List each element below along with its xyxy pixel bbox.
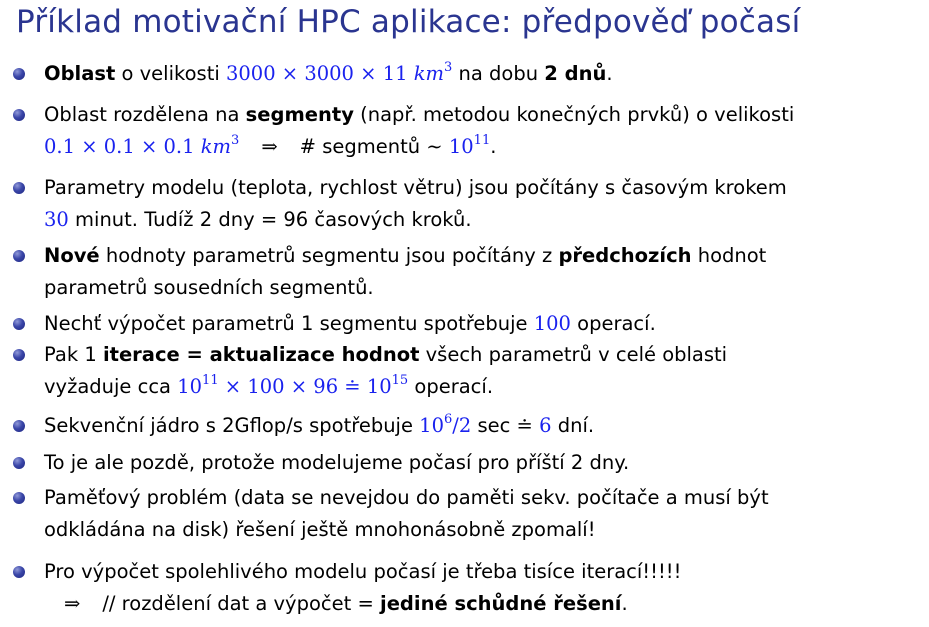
hash-symbol: #	[299, 135, 316, 158]
bullet-icon	[13, 318, 25, 330]
item-text: hodnoty parametrů segmentu jsou počítány…	[99, 244, 559, 267]
list-item: Nové hodnoty parametrů segmentu jsou poč…	[13, 240, 916, 304]
bullet-icon	[13, 182, 25, 194]
item-text: To je ale pozdě, protože modelujeme poča…	[44, 451, 630, 474]
implies-arrow: ⇒	[64, 592, 81, 615]
list-item: To je ale pozdě, protože modelujeme poča…	[13, 447, 916, 479]
math-expression: 30	[44, 208, 69, 231]
bullet-icon	[13, 566, 25, 578]
bold-term: Oblast	[44, 62, 116, 85]
item-text: sec	[471, 414, 517, 437]
item-text: vyžaduje cca	[44, 375, 178, 398]
bold-term: předchozích	[558, 244, 692, 267]
item-text: // rozdělení dat a výpočet =	[102, 592, 381, 615]
approx-equal-symbol: ≐	[516, 414, 533, 437]
list-item: Pro výpočet spolehlivého modelu počasí j…	[13, 556, 916, 620]
item-text: všech parametrů v celé oblasti	[419, 343, 728, 366]
math-expression: 0.1 × 0.1 × 0.1 km3	[44, 132, 240, 159]
list-item: Oblast rozdělena na segmenty (např. meto…	[13, 99, 916, 163]
bullet-icon	[13, 68, 25, 80]
bullet-icon	[13, 349, 25, 361]
list-item: Sekvenční jádro s 2Gflop/s spotřebuje 10…	[13, 410, 916, 442]
item-text: parametrů sousedních segmentů.	[44, 276, 374, 299]
item-text: Pak 1	[44, 343, 103, 366]
bullet-icon	[13, 250, 25, 262]
item-text: dní.	[551, 414, 595, 437]
item-text: minut. Tudíž 2 dny = 96 časových kroků.	[68, 208, 472, 231]
math-expression: 3000 × 3000 × 11 km3	[225, 59, 453, 86]
math-expression: 1011 × 100 × 96 ≐ 1015	[177, 372, 409, 399]
item-text: Sekvenční jádro s 2Gflop/s spotřebuje	[44, 414, 420, 437]
math-expression: 1011	[448, 132, 491, 159]
implies-arrow: ⇒	[261, 135, 278, 158]
list-item: Oblast o velikosti 3000 × 3000 × 11 km3 …	[13, 58, 916, 90]
bold-term: Nové	[44, 244, 100, 267]
item-text: Paměťový problém (data se nevejdou do pa…	[44, 486, 769, 509]
item-text: na dobu	[452, 62, 545, 85]
bold-term: iterace = aktualizace hodnot	[102, 343, 420, 366]
bold-term: 2 dnů	[544, 62, 607, 85]
item-text: (např. metodou konečných prvků) o veliko…	[353, 103, 795, 126]
item-text: Oblast rozdělena na	[44, 103, 246, 126]
bold-term: jediné schůdné řešení	[380, 592, 622, 615]
item-text: operací.	[408, 375, 494, 398]
list-item: Paměťový problém (data se nevejdou do pa…	[13, 482, 916, 546]
item-text: o velikosti	[115, 62, 226, 85]
math-expression: 106/2	[419, 411, 472, 438]
item-text: Nechť výpočet parametrů 1 segmentu spotř…	[44, 312, 534, 335]
bullet-icon	[13, 420, 25, 432]
bold-term: segmenty	[245, 103, 354, 126]
bullet-icon	[13, 492, 25, 504]
list-item: Parametry modelu (teplota, rychlost větr…	[13, 172, 916, 236]
bullet-icon	[13, 109, 25, 121]
math-expression: 100	[533, 312, 571, 335]
item-text: Parametry modelu (teplota, rychlost větr…	[44, 176, 787, 199]
item-text: hodnot	[691, 244, 767, 267]
math-expression: 6	[539, 414, 552, 437]
item-text: segmentů	[316, 135, 427, 158]
list-item: Pak 1 iterace = aktualizace hodnot všech…	[13, 339, 916, 403]
bullet-icon	[13, 457, 25, 469]
list-item: Nechť výpočet parametrů 1 segmentu spotř…	[13, 308, 916, 340]
item-text: odkládána na disk) řešení ještě mnohonás…	[44, 518, 596, 541]
item-text: operací.	[570, 312, 656, 335]
item-text: Pro výpočet spolehlivého modelu počasí j…	[44, 560, 682, 583]
slide-title: Příklad motivační HPC aplikace: předpově…	[16, 4, 801, 40]
tilde-symbol: ∼	[426, 135, 443, 158]
